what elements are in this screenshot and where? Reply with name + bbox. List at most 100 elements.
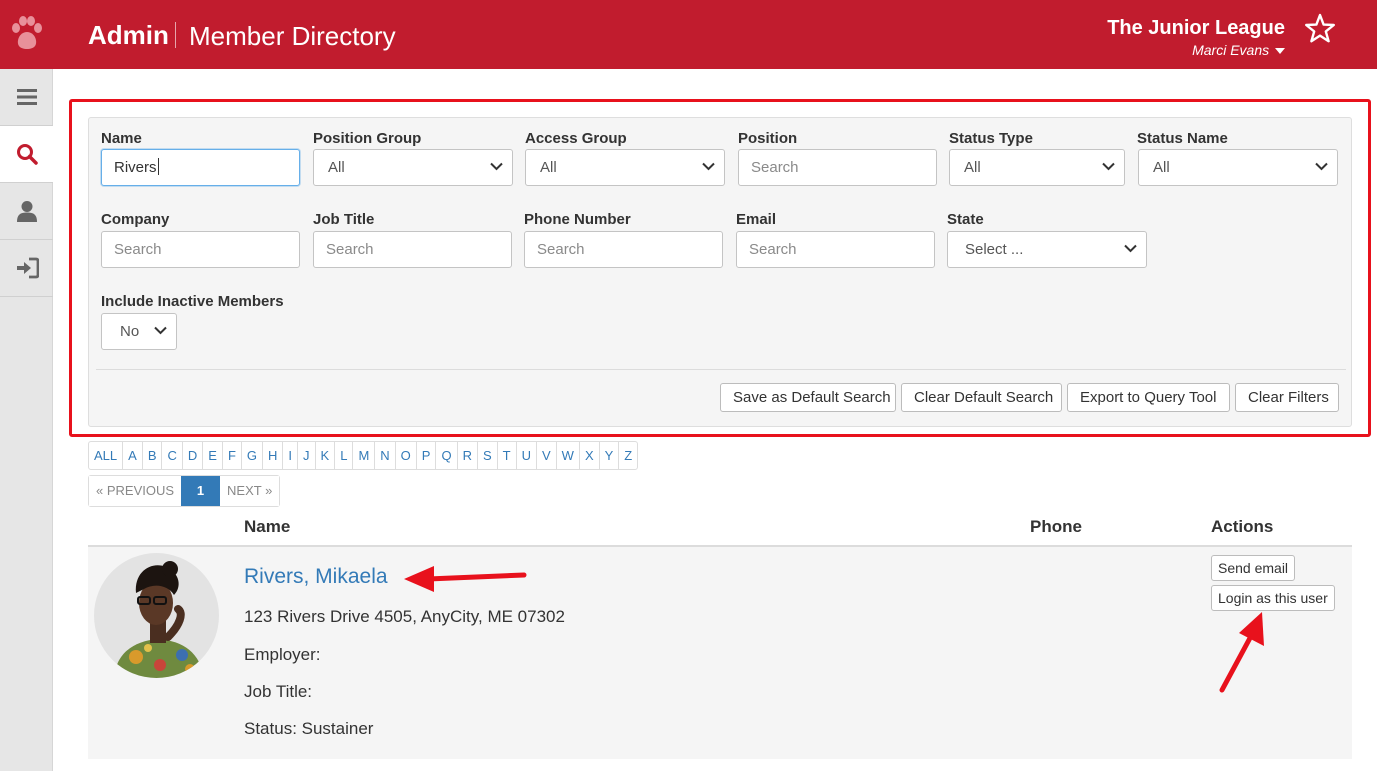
letter-filter-d[interactable]: D bbox=[183, 442, 204, 469]
name-label: Name bbox=[101, 130, 142, 147]
letter-filter-u[interactable]: U bbox=[517, 442, 537, 469]
export-query-tool-button[interactable]: Export to Query Tool bbox=[1067, 383, 1230, 412]
chevron-down-icon bbox=[154, 326, 167, 335]
status-type-select[interactable]: All bbox=[949, 149, 1125, 186]
job-title-input[interactable]: Search bbox=[313, 231, 512, 268]
letter-filter-c[interactable]: C bbox=[162, 442, 183, 469]
email-input[interactable]: Search bbox=[736, 231, 935, 268]
job-title-label: Job Title bbox=[313, 211, 375, 228]
next-page-button[interactable]: NEXT » bbox=[220, 476, 280, 506]
letter-filter-h[interactable]: H bbox=[263, 442, 284, 469]
page-title: Member Directory bbox=[189, 21, 396, 51]
status-type-label: Status Type bbox=[949, 130, 1033, 147]
letter-filter-v[interactable]: V bbox=[537, 442, 557, 469]
letter-filter-o[interactable]: O bbox=[396, 442, 417, 469]
member-job-title: Job Title: bbox=[244, 682, 313, 701]
chevron-down-icon bbox=[702, 162, 715, 171]
inactive-value: No bbox=[120, 323, 140, 340]
org-name: The Junior League bbox=[1107, 17, 1285, 39]
access-group-select[interactable]: All bbox=[525, 149, 725, 186]
member-address: 123 Rivers Drive 4505, AnyCity, ME 07302 bbox=[244, 607, 565, 626]
send-email-button[interactable]: Send email bbox=[1211, 555, 1296, 581]
access-group-value: All bbox=[540, 159, 557, 176]
letter-filter-l[interactable]: L bbox=[335, 442, 354, 469]
letter-filter-n[interactable]: N bbox=[375, 442, 396, 469]
status-name-label: Status Name bbox=[1137, 130, 1228, 147]
letter-filter-i[interactable]: I bbox=[283, 442, 299, 469]
sidebar-item-search[interactable] bbox=[0, 126, 53, 183]
sidebar-item-menu[interactable] bbox=[0, 69, 53, 126]
search-icon bbox=[16, 144, 38, 165]
user-icon bbox=[16, 201, 37, 222]
status-type-value: All bbox=[964, 159, 981, 176]
page-1-button[interactable]: 1 bbox=[181, 476, 221, 506]
column-header-phone[interactable]: Phone bbox=[1030, 517, 1082, 537]
access-group-label: Access Group bbox=[525, 130, 627, 147]
column-header-name[interactable]: Name bbox=[244, 517, 290, 537]
member-status: Status: Sustainer bbox=[244, 719, 374, 738]
letter-filter-t[interactable]: T bbox=[498, 442, 517, 469]
email-label: Email bbox=[736, 211, 777, 228]
user-menu[interactable]: Marci Evans bbox=[1192, 42, 1285, 58]
chevron-down-icon bbox=[1102, 162, 1115, 171]
filter-divider bbox=[96, 369, 1346, 370]
member-name-link[interactable]: Rivers, Mikaela bbox=[244, 565, 388, 589]
letter-filter-w[interactable]: W bbox=[557, 442, 580, 469]
previous-page-button[interactable]: « PREVIOUS bbox=[89, 476, 182, 506]
letter-filter-all[interactable]: ALL bbox=[89, 442, 124, 469]
position-group-label: Position Group bbox=[313, 130, 422, 147]
position-group-value: All bbox=[328, 159, 345, 176]
letter-filter-m[interactable]: M bbox=[353, 442, 376, 469]
letter-filter-s[interactable]: S bbox=[478, 442, 498, 469]
letter-filter-p[interactable]: P bbox=[417, 442, 437, 469]
state-select[interactable]: Select ... bbox=[947, 231, 1147, 268]
status-name-value: All bbox=[1153, 159, 1170, 176]
star-icon[interactable] bbox=[1303, 12, 1337, 46]
save-default-search-button[interactable]: Save as Default Search bbox=[720, 383, 896, 412]
arrow-annotation-name bbox=[404, 566, 527, 592]
letter-filter-f[interactable]: F bbox=[223, 442, 242, 469]
top-bar: Admin Member Directory The Junior League… bbox=[0, 0, 1377, 69]
letter-filter-k[interactable]: K bbox=[316, 442, 336, 469]
company-input[interactable]: Search bbox=[101, 231, 300, 268]
brand-divider bbox=[175, 22, 176, 48]
inactive-select[interactable]: No bbox=[101, 313, 177, 350]
member-employer: Employer: bbox=[244, 645, 321, 664]
position-group-select[interactable]: All bbox=[313, 149, 513, 186]
clear-default-search-button[interactable]: Clear Default Search bbox=[901, 383, 1062, 412]
sidebar-item-profile[interactable] bbox=[0, 183, 53, 240]
letter-filter-z[interactable]: Z bbox=[619, 442, 637, 469]
text-cursor bbox=[157, 158, 159, 176]
letter-filter-a[interactable]: A bbox=[123, 442, 143, 469]
letter-filter-x[interactable]: X bbox=[580, 442, 600, 469]
phone-label: Phone Number bbox=[524, 211, 631, 228]
arrow-annotation-login bbox=[1219, 612, 1264, 693]
state-value: Select ... bbox=[965, 241, 1024, 258]
state-label: State bbox=[947, 211, 984, 228]
chevron-down-icon bbox=[1124, 244, 1137, 253]
inactive-label: Include Inactive Members bbox=[101, 293, 284, 310]
clear-filters-button[interactable]: Clear Filters bbox=[1235, 383, 1339, 412]
letter-filter-j[interactable]: J bbox=[298, 442, 316, 469]
avatar bbox=[94, 553, 219, 678]
letter-filter-q[interactable]: Q bbox=[436, 442, 458, 469]
chevron-down-icon bbox=[1315, 162, 1328, 171]
phone-input[interactable]: Search bbox=[524, 231, 723, 268]
sidebar-item-logout[interactable] bbox=[0, 240, 53, 297]
column-header-actions: Actions bbox=[1211, 517, 1274, 536]
letter-filter-r[interactable]: R bbox=[458, 442, 478, 469]
pagination: « PREVIOUS 1 NEXT » bbox=[88, 475, 281, 507]
name-input[interactable]: Rivers bbox=[101, 149, 300, 186]
letter-filter-y[interactable]: Y bbox=[600, 442, 620, 469]
company-label: Company bbox=[101, 211, 170, 228]
caret-down-icon bbox=[1275, 48, 1285, 55]
letter-filter-g[interactable]: G bbox=[242, 442, 264, 469]
sidebar bbox=[0, 69, 53, 771]
letter-filter-b[interactable]: B bbox=[143, 442, 163, 469]
name-input-value: Rivers bbox=[114, 159, 157, 176]
paw-logo-icon bbox=[12, 16, 42, 49]
position-input[interactable]: Search bbox=[738, 149, 937, 186]
status-name-select[interactable]: All bbox=[1138, 149, 1338, 186]
letter-filter-e[interactable]: E bbox=[203, 442, 223, 469]
chevron-down-icon bbox=[490, 162, 503, 171]
